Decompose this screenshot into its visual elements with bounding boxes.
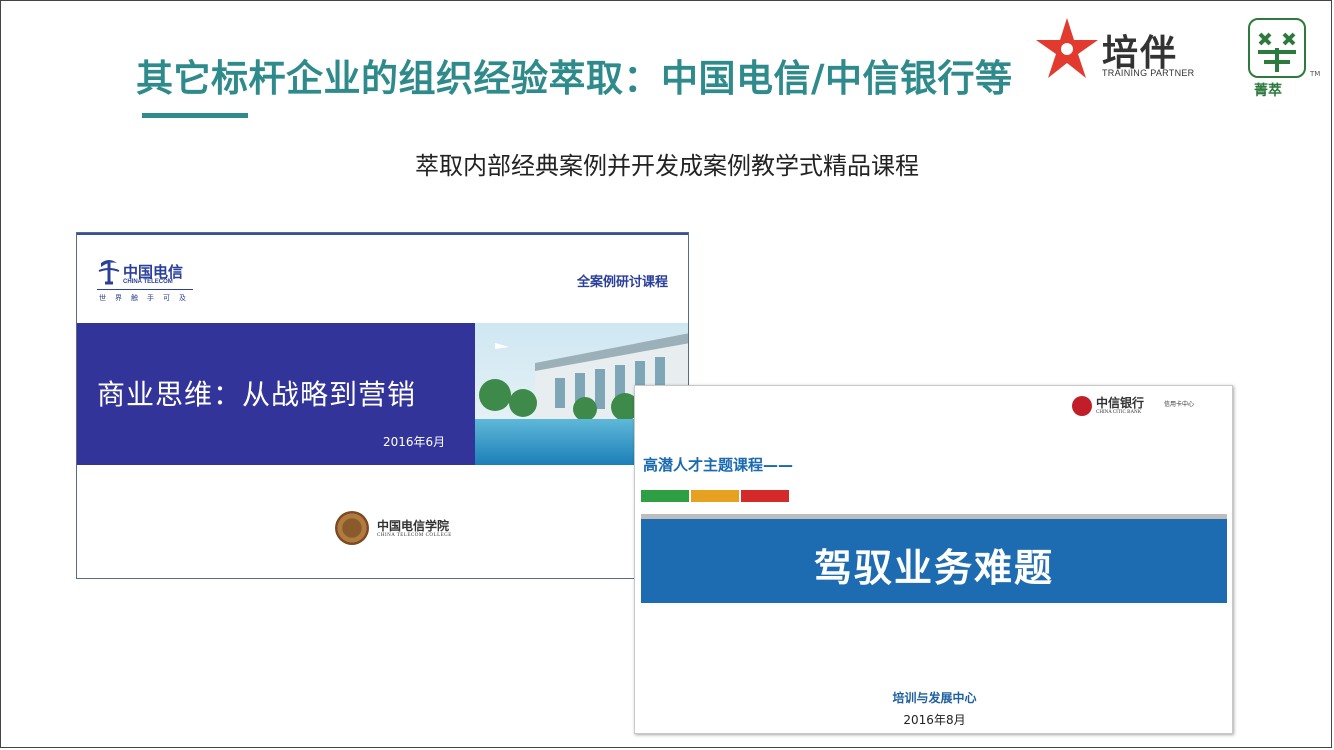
peiban-tagline: TRAINING PARTNER <box>1102 68 1195 78</box>
logo-divider <box>97 289 193 290</box>
green-bar <box>641 490 689 502</box>
china-telecom-logo: 中国电信 CHINA TELECOM 世界触手可及 <box>97 257 207 307</box>
peiban-logo: 培伴 TRAINING PARTNER <box>1034 14 1224 84</box>
china-telecom-college-logo: 中国电信学院 CHINA TELECOM COLLEGE <box>335 511 485 551</box>
training-center-name: 培训与发展中心 <box>892 691 977 705</box>
slide-top-border <box>77 233 688 235</box>
citic-bank-name: 中信银行 <box>1096 396 1145 410</box>
citic-card-center: 信用卡中心 <box>1164 401 1195 408</box>
slide1-date: 2016年6月 <box>383 435 446 449</box>
citic-bank-en: CHINA CITIC BANK <box>1096 410 1142 415</box>
china-telecom-en: CHINA TELECOM <box>123 279 173 285</box>
citic-emblem-icon <box>1072 396 1092 416</box>
title-underline <box>142 113 248 118</box>
title-band: 商业思维：从战略到营销 2016年6月 <box>77 323 475 465</box>
china-telecom-icon <box>98 260 120 285</box>
citic-bank-logo: 中信银行 CHINA CITIC BANK 信用卡中心 <box>1072 394 1212 420</box>
china-telecom-slide: 中国电信 CHINA TELECOM 世界触手可及 全案例研讨课程 商业思维：从… <box>76 232 689 579</box>
college-en: CHINA TELECOM COLLEGE <box>377 533 452 538</box>
jingcui-mark-icon <box>1248 18 1306 78</box>
page-subtitle: 萃取内部经典案例并开发成案例教学式精品课程 <box>415 152 919 180</box>
course-type-label: 全案例研讨课程 <box>576 275 668 290</box>
course-series-label: 高潜人才主题课程—— <box>643 456 794 474</box>
orange-bar <box>691 490 739 502</box>
slide2-title: 驾驭业务难题 <box>813 546 1054 590</box>
college-emblem-icon <box>335 511 369 545</box>
trademark: TM <box>1310 70 1321 78</box>
slide2-date: 2016年8月 <box>903 713 966 727</box>
title-band: 驾驭业务难题 <box>641 519 1227 603</box>
china-telecom-slogan: 世界触手可及 <box>99 294 195 302</box>
citic-bank-slide: 中信银行 CHINA CITIC BANK 信用卡中心 高潜人才主题课程—— 驾… <box>634 385 1233 734</box>
red-star-icon <box>1036 18 1098 78</box>
jingcui-name: 菁萃 <box>1254 83 1282 99</box>
page-title: 其它标杆企业的组织经验萃取：中国电信/中信银行等 <box>136 57 1013 100</box>
slide1-title: 商业思维：从战略到营销 <box>97 378 417 411</box>
college-name: 中国电信学院 <box>377 519 450 533</box>
red-bar <box>741 490 789 502</box>
jingcui-logo: TM 菁萃 <box>1244 16 1322 106</box>
